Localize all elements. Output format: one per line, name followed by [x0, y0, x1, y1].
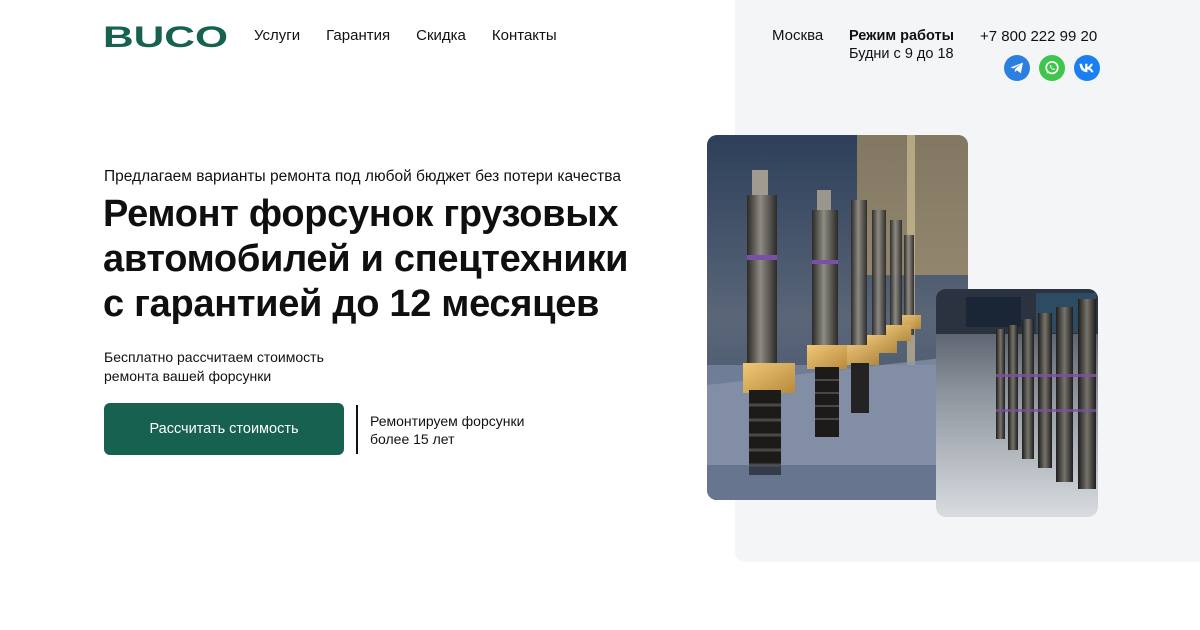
experience-line: Ремонтируем форсунки [370, 413, 525, 429]
headline-line: с гарантией до 12 месяцев [103, 283, 600, 325]
experience-note: Ремонтируем форсунки более 15 лет [370, 412, 524, 448]
social-links [1004, 55, 1100, 81]
nav-item-discount[interactable]: Скидка [416, 27, 466, 44]
city-selector[interactable]: Москва [772, 27, 823, 44]
calculate-cost-button[interactable]: Рассчитать стоимость [104, 403, 344, 455]
telegram-icon[interactable] [1004, 55, 1030, 81]
injectors-photo-secondary [936, 289, 1098, 517]
hero-tagline: Предлагаем варианты ремонта под любой бю… [104, 168, 621, 185]
headline-line: Ремонт форсунок грузовых [103, 193, 619, 235]
nav-item-warranty[interactable]: Гарантия [326, 27, 390, 44]
hero-headline: Ремонт форсунок грузовых автомобилей и с… [103, 192, 693, 327]
headline-line: автомобилей и спецтехники [103, 238, 629, 280]
logo-text: BUCO [103, 22, 228, 50]
buco-logo[interactable]: BUCO [103, 22, 229, 50]
phone-link[interactable]: +7 800 222 99 20 [980, 28, 1097, 45]
working-hours-title: Режим работы [849, 28, 954, 44]
subtext-line: Бесплатно рассчитаем стоимость [104, 349, 324, 365]
main-nav: Услуги Гарантия Скидка Контакты [254, 27, 557, 44]
nav-item-contacts[interactable]: Контакты [492, 27, 557, 44]
nav-item-services[interactable]: Услуги [254, 27, 300, 44]
injectors-photo-main [707, 135, 968, 500]
experience-line: более 15 лет [370, 431, 455, 447]
subtext-line: ремонта вашей форсунки [104, 368, 272, 384]
whatsapp-icon[interactable] [1039, 55, 1065, 81]
working-hours-value: Будни с 9 до 18 [849, 46, 954, 62]
hero-subtext: Бесплатно рассчитаем стоимость ремонта в… [104, 348, 324, 386]
vertical-divider [356, 405, 358, 454]
working-hours: Режим работы Будни с 9 до 18 [849, 27, 954, 63]
vk-icon[interactable] [1074, 55, 1100, 81]
